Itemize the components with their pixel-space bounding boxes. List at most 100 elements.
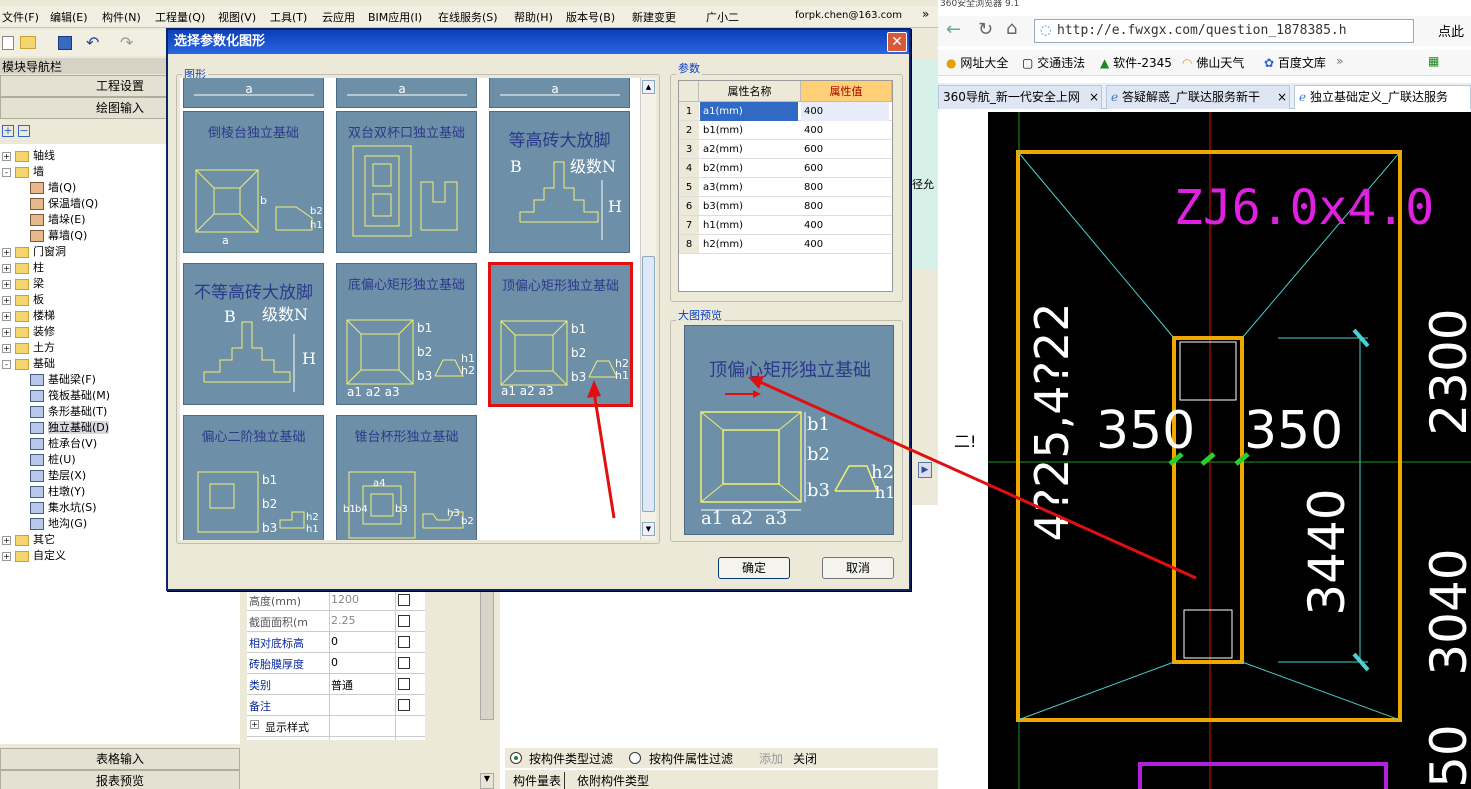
collapse-icon[interactable]: - [2,167,11,177]
property-scrollbar[interactable] [480,590,494,720]
collapse-all-icon[interactable]: − [18,125,30,137]
tab-close-icon[interactable]: × [1089,86,1099,108]
menu-cloud[interactable]: 云应用 [322,9,355,25]
property-row[interactable]: + 显示样式 [247,716,425,737]
tree-leaf[interactable]: 保温墙(Q) [30,196,98,212]
menu-bim[interactable]: BIM应用(I) [368,9,422,25]
tab-component-quantity[interactable]: 构件量表 [513,772,566,789]
shape-tile[interactable]: b1 b2 b3 h2 h1 偏心二阶独立基础 [183,415,324,540]
more-bookmarks-icon[interactable]: » [1336,54,1343,68]
param-row[interactable]: 4 b2(mm) 600 [679,159,892,178]
tree-leaf[interactable]: 独立基础(D) [30,420,110,436]
tree-node[interactable]: + 柱 [2,260,44,276]
menu-component[interactable]: 构件(N) [102,9,141,25]
property-value[interactable]: 0 [331,656,401,669]
bookmark-2345[interactable]: ▲ 软件-2345 [1100,54,1172,71]
menu-view[interactable]: 视图(V) [218,9,256,25]
bookmark-baidu[interactable]: ✿ 百度文库 [1264,54,1326,71]
scroll-down-icon[interactable]: ▼ [642,522,655,536]
param-value[interactable]: 600 [804,140,823,159]
menu-help[interactable]: 帮助(H) [514,9,553,25]
collapse-icon[interactable]: - [2,359,11,369]
add-button[interactable]: 添加 [759,750,783,767]
property-checkbox[interactable] [398,594,410,606]
menu-file[interactable]: 文件(F) [2,9,39,25]
tree-leaf[interactable]: 桩(U) [30,452,76,468]
menu-edit[interactable]: 编辑(E) [50,9,88,25]
account-label[interactable]: forpk.chen@163.com [795,10,902,21]
tree-node[interactable]: + 轴线 [2,148,55,164]
shape-tile[interactable]: a4 b1 b4 b3 h3 b2 锥台杯形独立基础 [336,415,477,540]
tree-node[interactable]: + 装修 [2,324,55,340]
close-button[interactable]: 关闭 [793,750,817,767]
property-row[interactable]: 类别 普通 [247,674,425,695]
expand-icon[interactable]: + [2,279,11,289]
tab-dayi[interactable]: ℯ 答疑解惑_广联达服务新干 × [1106,85,1290,109]
expand-icon[interactable]: + [2,551,11,561]
menu-quantity[interactable]: 工程量(Q) [155,9,205,25]
tree-node[interactable]: + 梁 [2,276,44,292]
shape-tile[interactable]: b b2 h1 a 倒棱台独立基础 [183,111,324,253]
open-folder-icon[interactable] [20,36,36,49]
tree-leaf[interactable]: 幕墙(Q) [30,228,87,244]
param-row[interactable]: 3 a2(mm) 600 [679,140,892,159]
property-row[interactable]: 砖胎膜厚度 0 [247,653,425,674]
cancel-button[interactable]: 取消 [822,557,894,579]
param-value[interactable]: 400 [804,121,823,140]
param-row[interactable]: 2 b1(mm) 400 [679,121,892,140]
param-value[interactable]: 800 [804,178,823,197]
tree-leaf[interactable]: 条形基础(T) [30,404,107,420]
tree-leaf[interactable]: 柱墩(Y) [30,484,85,500]
menu-online[interactable]: 在线服务(S) [438,9,498,25]
property-value[interactable]: 1200 [331,593,401,606]
tree-leaf[interactable]: 基础梁(F) [30,372,96,388]
save-icon[interactable] [58,36,72,50]
tree-node[interactable]: + 门窗洞 [2,244,66,260]
tree-node[interactable]: + 楼梯 [2,308,55,324]
shape-tile[interactable]: B 级数N H 不等高砖大放脚 [183,263,324,405]
filter-attr-label[interactable]: 按构件属性过滤 [649,750,733,767]
address-bar[interactable]: http://e.fwxgx.com/question_1878385.h [1034,19,1414,43]
bookmark-weather[interactable]: ◠ 佛山天气 [1182,54,1244,71]
property-value[interactable]: 普通 [331,677,401,693]
tree-node[interactable]: + 自定义 [2,548,66,564]
tab-close-icon[interactable]: × [1277,86,1287,108]
shape-tile[interactable]: 双台双杯口独立基础 [336,111,477,253]
shape-tile[interactable]: a [183,78,324,108]
tab-dulijichu[interactable]: ℯ 独立基础定义_广联达服务 [1294,85,1471,109]
shape-tile[interactable]: a [336,78,477,108]
bookmark-jiaotong[interactable]: ▢ 交通违法 [1022,54,1085,71]
tree-leaf[interactable]: 桩承台(V) [30,436,97,452]
new-file-icon[interactable] [2,36,14,50]
refresh-icon[interactable]: ↻ [978,19,993,40]
tree-leaf[interactable]: 墙垛(E) [30,212,86,228]
apps-grid-icon[interactable]: ▦ [1428,54,1439,68]
expand-icon[interactable]: + [2,263,11,273]
report-preview-button[interactable]: 报表预览 [0,770,240,789]
gallery-scrollbar[interactable]: ▲ ▼ [640,78,656,540]
bookmark-wangzhi[interactable]: ● 网址大全 [946,54,1008,71]
expand-icon[interactable]: + [2,247,11,257]
back-icon[interactable]: ← [946,19,961,40]
property-row[interactable]: 截面面积(m 2.25 [247,611,425,632]
param-row[interactable]: 5 a3(mm) 800 [679,178,892,197]
tree-node[interactable]: - 基础 [2,356,55,372]
property-checkbox[interactable] [398,636,410,648]
table-input-button[interactable]: 表格输入 [0,748,240,770]
tree-node[interactable]: + 板 [2,292,44,308]
dialog-close-icon[interactable]: ✕ [887,32,907,52]
redo-icon[interactable]: ↷ [120,33,133,52]
expand-all-icon[interactable]: + [2,125,14,137]
property-checkbox[interactable] [398,657,410,669]
tree-leaf[interactable]: 集水坑(S) [30,500,97,516]
property-row[interactable]: 高度(mm) 1200 [247,590,425,611]
tree-node[interactable]: + 其它 [2,532,55,548]
param-row[interactable]: 1 a1(mm) 400 [679,102,892,121]
menu-guangxiaoer[interactable]: 广小二 [706,9,739,25]
tab-attached-type[interactable]: 依附构件类型 [577,772,649,789]
expand-icon[interactable]: + [2,535,11,545]
tree-leaf[interactable]: 垫层(X) [30,468,86,484]
expand-icon[interactable]: + [2,327,11,337]
param-row[interactable]: 6 b3(mm) 800 [679,197,892,216]
property-row[interactable]: 备注 [247,695,425,716]
